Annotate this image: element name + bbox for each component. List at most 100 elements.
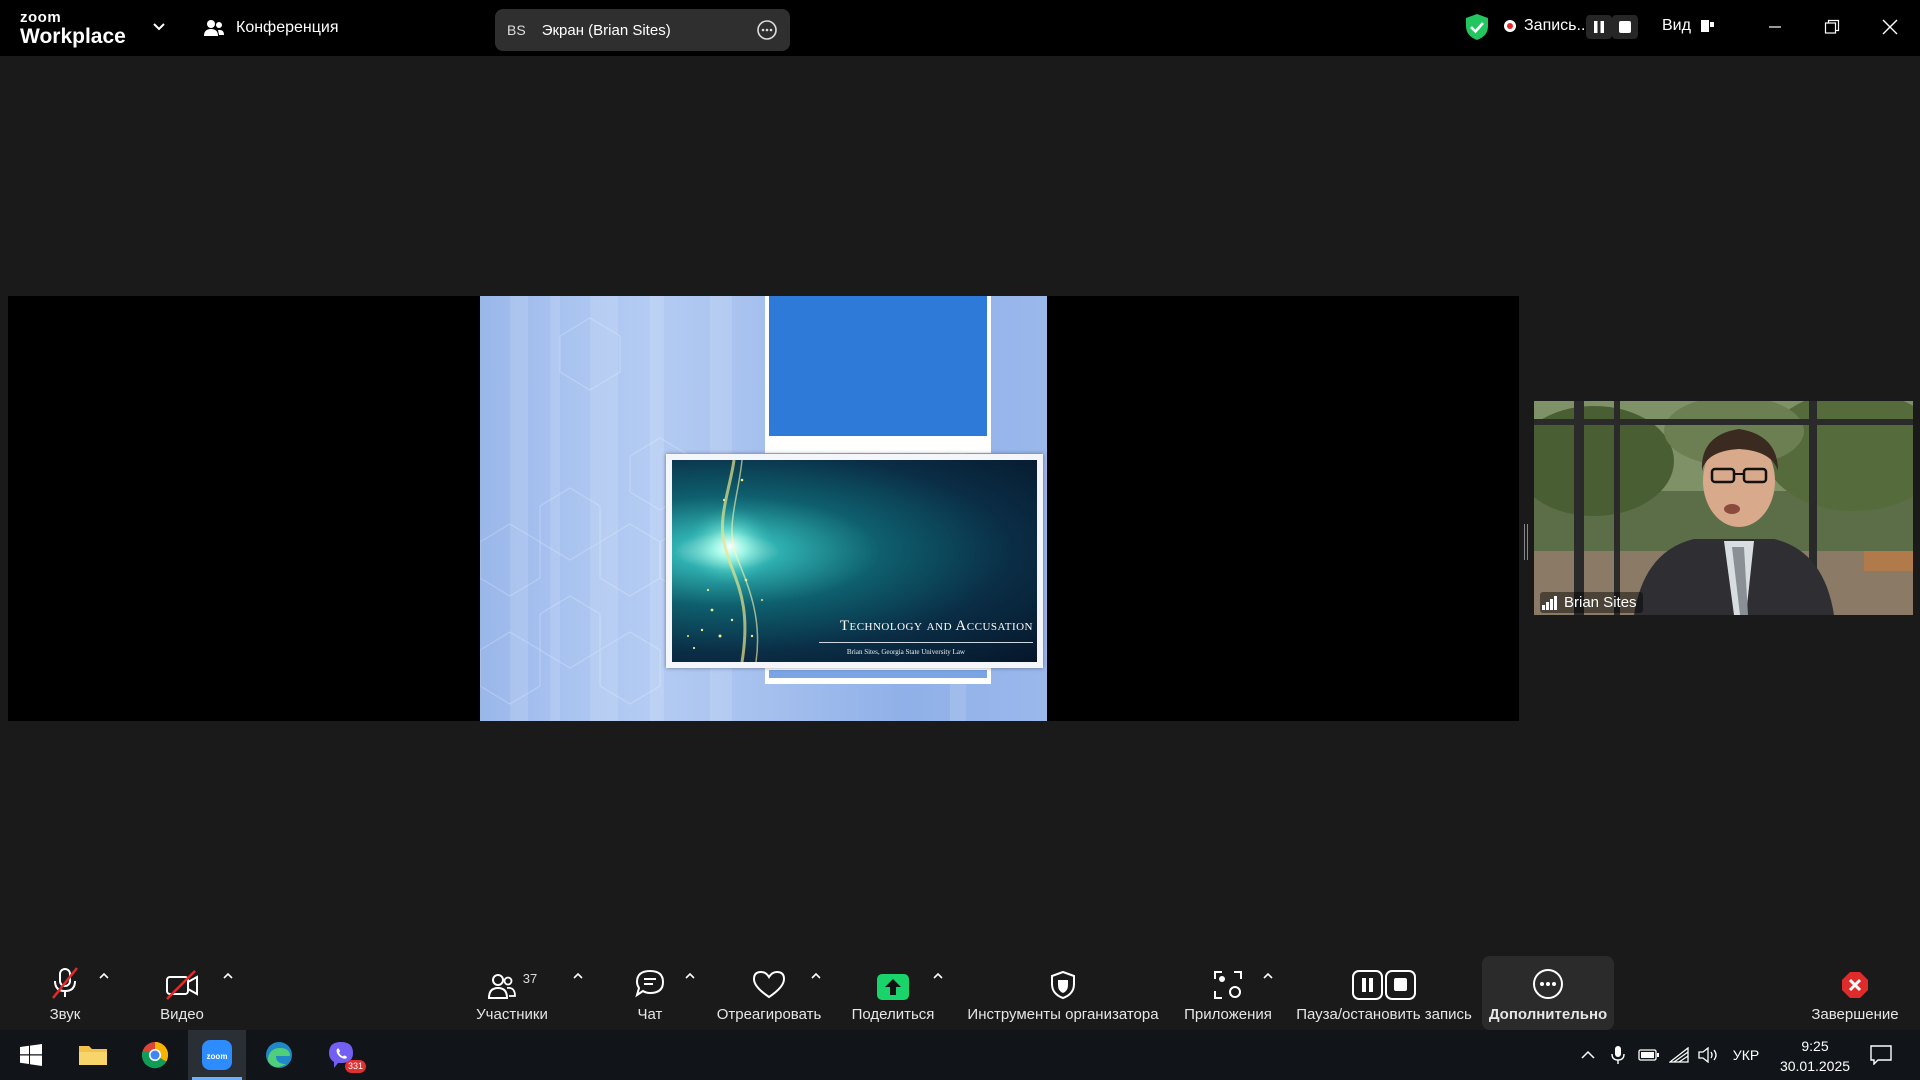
slide-thumbnail-current: Technology and Accusation Brian Sites, G… [666, 454, 1043, 668]
meeting-info-button[interactable]: Конференция [202, 16, 339, 40]
close-window-button[interactable] [1874, 12, 1906, 42]
panel-resize-handle[interactable] [1524, 524, 1528, 560]
tray-language[interactable]: УКР [1728, 1030, 1764, 1080]
more-label: Дополнительно [1488, 1006, 1608, 1023]
chevron-down-icon[interactable] [152, 20, 166, 34]
chevron-up-icon [933, 972, 943, 979]
tray-notifications[interactable] [1866, 1030, 1896, 1080]
minimize-button[interactable] [1759, 12, 1791, 42]
participant-name: Brian Sites [1564, 594, 1637, 611]
screen-share-indicator[interactable]: BS Экран (Brian Sites) [495, 9, 790, 51]
people-icon [487, 974, 516, 999]
chevron-up-icon [1581, 1050, 1595, 1059]
stop-icon [1619, 21, 1631, 33]
end-meeting-label: Завершение [1811, 1006, 1899, 1023]
shield-icon [1051, 970, 1075, 1000]
pause-stop-recording-button[interactable]: Пауза/остановить запись [1292, 956, 1476, 1030]
video-options-button[interactable] [222, 964, 234, 988]
chat-label: Чат [637, 1006, 663, 1023]
pause-recording-button[interactable] [1586, 15, 1612, 39]
wifi-icon [1669, 1047, 1689, 1063]
apps-options-button[interactable] [1262, 964, 1274, 988]
app-logo: zoom Workplace [20, 10, 126, 47]
tray-network[interactable] [1666, 1030, 1692, 1080]
end-meeting-button[interactable]: Завершение [1806, 956, 1904, 1030]
participants-button[interactable]: 37 Участники [468, 956, 556, 1030]
chevron-up-icon [811, 972, 821, 979]
pause-icon [1594, 21, 1604, 33]
video-label: Видео [160, 1006, 204, 1023]
participants-label: Участники [476, 1006, 548, 1023]
chevron-up-icon [223, 972, 233, 979]
brand-workplace: Workplace [20, 25, 126, 48]
chevron-up-icon [573, 972, 583, 979]
host-tools-button[interactable]: Инструменты организатора [962, 956, 1164, 1030]
recording-label: Запись... [1524, 17, 1590, 34]
battery-icon [1638, 1049, 1659, 1061]
slide-subtitle: Brian Sites, Georgia State University La… [846, 648, 965, 656]
ellipsis-icon [1533, 969, 1563, 999]
more-button[interactable]: Дополнительно [1482, 956, 1614, 1030]
zoom-app-icon: zoom [202, 1040, 232, 1070]
audio-options-button[interactable] [98, 964, 110, 988]
react-button[interactable]: Отреагировать [714, 956, 824, 1030]
taskbar-file-explorer[interactable] [64, 1030, 122, 1080]
share-button[interactable]: Поделиться [850, 956, 936, 1030]
chat-bubble-icon [635, 969, 665, 998]
stop-recording-button[interactable] [1612, 15, 1638, 39]
show-hidden-icons-button[interactable] [1576, 1030, 1600, 1080]
chat-options-button[interactable] [684, 964, 696, 988]
close-icon [1842, 972, 1868, 998]
tray-battery[interactable] [1636, 1030, 1662, 1080]
heart-icon [752, 970, 786, 999]
tray-clock[interactable]: 9:25 30.01.2025 [1770, 1036, 1860, 1076]
microphone-icon [1611, 1046, 1625, 1064]
video-button[interactable]: Видео [154, 956, 210, 1030]
speaker-icon [1698, 1047, 1717, 1063]
taskbar-edge[interactable] [250, 1030, 308, 1080]
slide-thumbnail-previous [765, 296, 991, 453]
apps-icon [1214, 971, 1242, 999]
presenter-initials: BS [507, 22, 526, 38]
react-options-button[interactable] [810, 964, 822, 988]
recording-dot-icon [1504, 20, 1516, 32]
chevron-up-icon [99, 972, 109, 979]
participants-count: 37 [522, 971, 538, 986]
chat-button[interactable]: Чат [630, 956, 670, 1030]
chrome-icon [141, 1041, 169, 1069]
start-button[interactable] [2, 1030, 60, 1080]
taskbar-zoom[interactable]: zoom [188, 1030, 246, 1080]
encryption-shield-icon[interactable] [1464, 13, 1490, 41]
share-label: Поделиться [851, 1006, 935, 1023]
share-options-button[interactable] [932, 964, 944, 988]
windows-logo-icon [20, 1044, 42, 1066]
taskbar-viber[interactable]: 331 [312, 1030, 370, 1080]
folder-icon [79, 1046, 107, 1065]
chevron-up-icon [685, 972, 695, 979]
viber-notification-badge: 331 [344, 1060, 366, 1073]
share-arrow-icon [877, 974, 909, 1000]
minimize-icon [1769, 26, 1781, 28]
audio-label: Звук [49, 1006, 81, 1023]
tray-microphone[interactable] [1606, 1030, 1630, 1080]
apps-label: Приложения [1184, 1006, 1272, 1023]
svg-text:zoom: zoom [207, 1052, 228, 1061]
more-options-icon[interactable] [756, 19, 778, 41]
react-label: Отреагировать [716, 1006, 822, 1023]
restore-button[interactable] [1816, 12, 1848, 42]
participant-video-tile[interactable]: Brian Sites [1534, 401, 1913, 615]
recording-indicator: Запись... [1504, 17, 1590, 35]
participants-options-button[interactable] [572, 964, 584, 988]
clock-time: 9:25 [1801, 1038, 1829, 1054]
slide-divider [819, 642, 1033, 643]
view-button[interactable]: Вид [1662, 17, 1715, 35]
tray-volume[interactable] [1696, 1030, 1722, 1080]
camera-off-icon [166, 970, 198, 1000]
close-icon [1882, 19, 1898, 35]
pause-stop-icon [1352, 970, 1416, 1000]
audio-button[interactable]: Звук [40, 956, 90, 1030]
title-bar: zoom Workplace Конференция BS Экран (Bri… [0, 0, 1920, 56]
brand-zoom: zoom [20, 9, 62, 26]
notification-icon [1870, 1045, 1892, 1065]
taskbar-chrome[interactable] [126, 1030, 184, 1080]
